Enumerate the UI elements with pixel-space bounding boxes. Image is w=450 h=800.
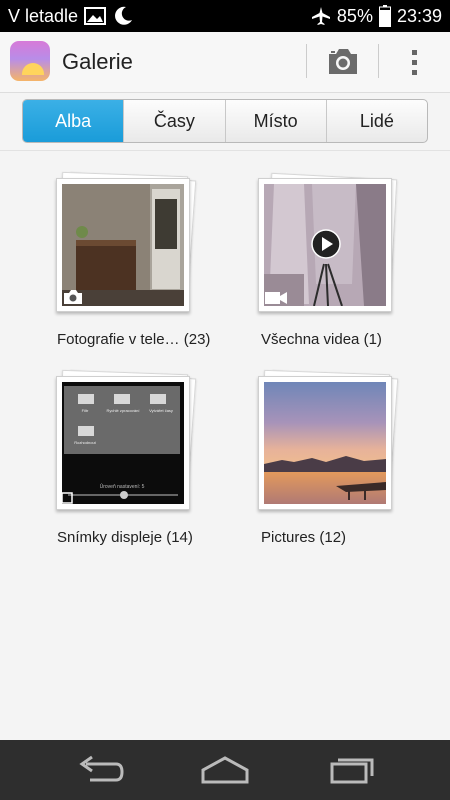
clock: 23:39 (396, 5, 442, 26)
album-cover-image (264, 382, 386, 504)
album-thumbnail (258, 376, 392, 510)
album-thumbnail (258, 178, 392, 312)
album-thumbnail (56, 178, 190, 312)
status-right: 85% 23:39 (311, 5, 442, 27)
moon-icon (115, 6, 133, 25)
battery-icon (378, 5, 391, 27)
action-separator (378, 44, 379, 78)
album-count: (1) (363, 331, 382, 348)
camera-icon (329, 49, 357, 74)
action-bar: Galerie (0, 32, 450, 93)
album-screenshots[interactable]: Filtr Rychlé zpracování Vytvářet časy Ro… (48, 368, 223, 558)
video-camera-icon (265, 292, 287, 304)
home-button[interactable] (197, 752, 253, 788)
album-name: Všechna videa (261, 331, 360, 348)
overflow-menu-icon (412, 50, 417, 75)
tile-label: Filtr (81, 408, 89, 413)
image-icon (84, 7, 107, 25)
recents-icon (330, 758, 374, 784)
camera-icon (64, 290, 82, 304)
album-label: Všechna videa (1) (261, 331, 382, 348)
album-name: Fotografie v tele… (57, 331, 180, 348)
page-title: Galerie (62, 49, 133, 74)
navigation-bar (0, 740, 450, 800)
airplane-mode-text: V letadle (8, 5, 79, 26)
screenshot-panel: Filtr Rychlé zpracování Vytvářet časy Ro… (64, 386, 180, 454)
view-tabs: Alba Časy Místo Lidé (22, 99, 428, 143)
status-bar: V letadle 85% 23:39 (0, 0, 450, 32)
back-button[interactable] (72, 752, 128, 788)
play-icon[interactable] (311, 229, 341, 259)
tile-label: Vytvářet časy (149, 408, 173, 413)
tab-alba[interactable]: Alba (23, 100, 124, 142)
screenshot-icon (61, 492, 73, 504)
battery-percent: 85% (336, 5, 373, 26)
tile-label: Rozhodnout (74, 440, 96, 445)
tile-label: Rychlé zpracování (106, 408, 140, 413)
album-name: Pictures (261, 529, 316, 546)
airplane-icon (311, 7, 330, 25)
recents-button[interactable] (322, 752, 378, 788)
album-videos[interactable]: Všechna videa (1) (252, 170, 427, 360)
overflow-menu-button[interactable] (395, 42, 435, 82)
album-pictures[interactable]: Pictures (12) (252, 368, 427, 558)
album-count: (12) (319, 529, 347, 546)
slider-thumb (120, 491, 128, 499)
home-icon (201, 756, 249, 784)
album-camera[interactable]: Fotografie v tele… (23) (48, 170, 223, 360)
tab-casy[interactable]: Časy (123, 100, 224, 142)
album-name: Snímky displeje (57, 529, 163, 546)
album-count: (23) (183, 331, 211, 348)
slider-caption: Úroveň nastavení: 5 (99, 484, 145, 490)
tab-misto[interactable]: Místo (224, 100, 326, 142)
album-count: (14) (166, 529, 193, 546)
back-icon (79, 755, 124, 782)
action-separator (306, 44, 307, 78)
divider (0, 150, 450, 151)
album-label: Snímky displeje (14) (57, 529, 193, 546)
tab-lide[interactable]: Lidé (325, 100, 427, 142)
gallery-app-icon[interactable] (10, 41, 50, 81)
status-left: V letadle (8, 5, 134, 27)
album-label: Fotografie v tele… (23) (57, 331, 210, 348)
album-thumbnail: Filtr Rychlé zpracování Vytvářet časy Ro… (56, 376, 190, 510)
camera-button[interactable] (318, 42, 368, 82)
album-label: Pictures (12) (261, 529, 346, 546)
